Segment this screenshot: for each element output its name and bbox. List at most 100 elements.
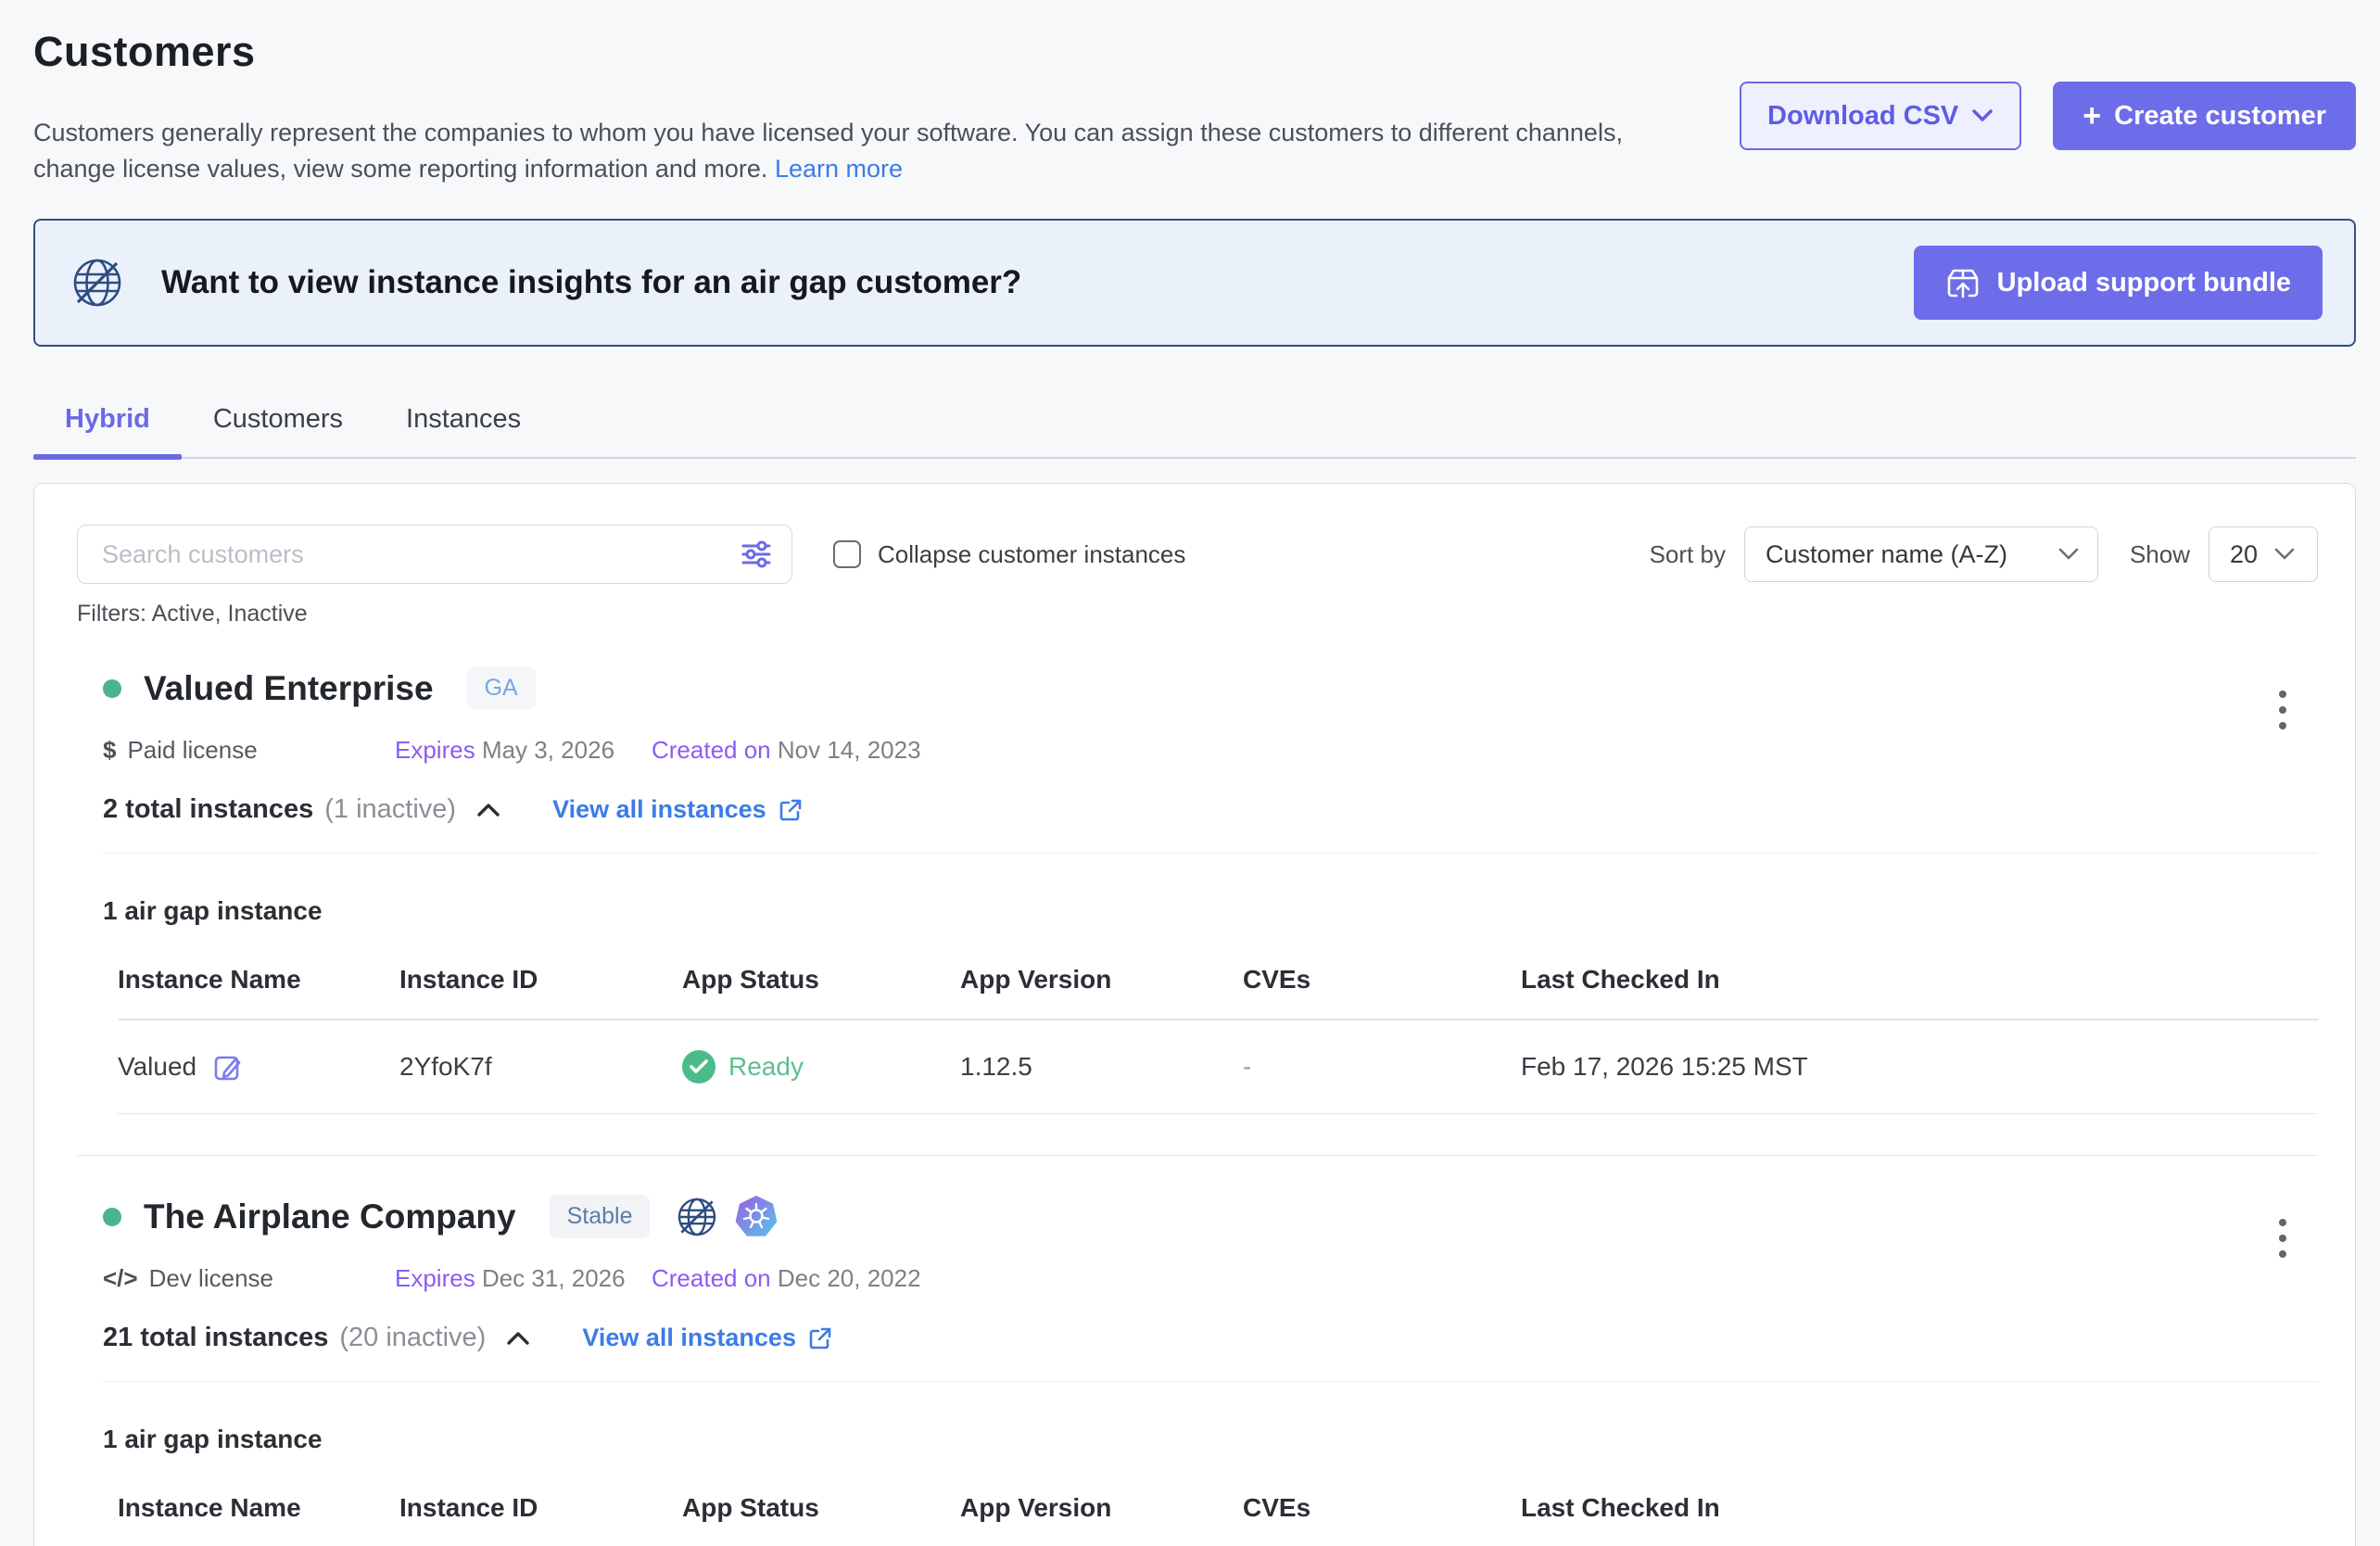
edit-icon[interactable]: [213, 1052, 243, 1082]
channel-badge: Stable: [550, 1195, 651, 1238]
download-csv-label: Download CSV: [1767, 101, 1958, 132]
created-on-label: Created on: [652, 736, 771, 764]
show-select-value: 20: [2230, 540, 2258, 569]
table-row: Valued 2YfoK7f Ready: [118, 1020, 2318, 1114]
expires: Expires Dec 31, 2026: [395, 1264, 652, 1293]
page-header: Customers Customers generally represent …: [33, 28, 2356, 187]
customers-page: Customers Customers generally represent …: [0, 0, 2380, 1546]
airgap-globe-icon: [70, 256, 124, 310]
collapse-instances-checkbox[interactable]: Collapse customer instances: [833, 540, 1185, 569]
license-type: $ Paid license: [103, 736, 395, 765]
inactive-count: (20 inactive): [339, 1323, 486, 1353]
channel-badge: GA: [467, 666, 536, 710]
expires-value: May 3, 2026: [482, 736, 614, 764]
active-status-dot: [103, 679, 121, 698]
toolbar: Collapse customer instances Sort by Cust…: [77, 525, 2318, 584]
create-customer-button[interactable]: + Create customer: [2053, 82, 2356, 150]
chevron-down-icon: [2058, 548, 2079, 561]
instance-id: 2YfoK7f: [399, 1052, 682, 1082]
header-actions: Download CSV + Create customer: [1740, 82, 2356, 150]
show-label: Show: [2130, 540, 2190, 569]
upload-support-bundle-label: Upload support bundle: [1997, 268, 2291, 298]
paid-license-icon: $: [103, 736, 116, 765]
checkbox-box-icon[interactable]: [833, 540, 861, 568]
col-cves: CVEs: [1243, 1493, 1521, 1523]
license-type-label: Paid license: [127, 736, 257, 765]
kubernetes-icon: [735, 1196, 778, 1238]
kebab-menu-icon[interactable]: [2272, 1211, 2294, 1265]
tab-instances[interactable]: Instances: [374, 389, 552, 457]
upload-icon: [1945, 265, 1981, 300]
expires-label: Expires: [395, 736, 475, 764]
last-checked-in: Feb 17, 2026 15:25 MST: [1521, 1052, 2318, 1082]
sort-by-label: Sort by: [1650, 540, 1726, 569]
external-link-icon: [778, 797, 804, 823]
customer-name[interactable]: Valued Enterprise: [144, 669, 434, 708]
instances-table: Instance Name Instance ID App Status App…: [118, 1493, 2318, 1546]
customer-section-airplane-company: The Airplane Company Stable: [77, 1156, 2318, 1546]
chevron-down-icon: [1971, 108, 1994, 123]
kebab-menu-icon[interactable]: [2272, 683, 2294, 737]
col-last-checked-in: Last Checked In: [1521, 1493, 2318, 1523]
col-app-status: App Status: [682, 965, 960, 995]
tab-hybrid[interactable]: Hybrid: [33, 389, 182, 457]
license-type: </> Dev license: [103, 1264, 395, 1293]
customers-card: Collapse customer instances Sort by Cust…: [33, 483, 2356, 1546]
create-customer-label: Create customer: [2114, 101, 2326, 132]
dev-license-icon: </>: [103, 1264, 138, 1293]
download-csv-button[interactable]: Download CSV: [1740, 82, 2021, 150]
show-select[interactable]: 20: [2209, 526, 2318, 582]
created-on-value: Nov 14, 2023: [778, 736, 921, 764]
col-instance-id: Instance ID: [399, 1493, 682, 1523]
airgap-count: 1 air gap instance: [103, 896, 2318, 926]
collapse-chevron-up-icon[interactable]: [502, 1327, 534, 1350]
customer-section-valued-enterprise: Valued Enterprise GA $ Paid license Expi…: [77, 627, 2318, 1114]
col-cves: CVEs: [1243, 965, 1521, 995]
collapse-chevron-up-icon[interactable]: [473, 799, 504, 821]
inactive-count: (1 inactive): [324, 794, 456, 825]
instances-table: Instance Name Instance ID App Status App…: [118, 965, 2318, 1114]
created-on: Created on Dec 20, 2022: [652, 1264, 921, 1293]
sort-select[interactable]: Customer name (A-Z): [1744, 526, 2098, 582]
sort-select-value: Customer name (A-Z): [1766, 540, 2042, 569]
col-instance-name: Instance Name: [118, 965, 399, 995]
upload-support-bundle-button[interactable]: Upload support bundle: [1914, 246, 2323, 320]
search-input[interactable]: [77, 525, 792, 584]
tab-bar: Hybrid Customers Instances: [33, 389, 2356, 459]
expires-value: Dec 31, 2026: [482, 1264, 626, 1292]
license-type-label: Dev license: [149, 1264, 273, 1293]
active-status-dot: [103, 1208, 121, 1226]
col-app-version: App Version: [960, 1493, 1243, 1523]
col-app-status: App Status: [682, 1493, 960, 1523]
customer-name[interactable]: The Airplane Company: [144, 1198, 516, 1236]
cves-value: -: [1243, 1052, 1521, 1082]
chevron-down-icon: [2274, 548, 2295, 561]
ready-check-icon: [682, 1050, 715, 1083]
tab-customers[interactable]: Customers: [182, 389, 374, 457]
col-instance-id: Instance ID: [399, 965, 682, 995]
created-on-value: Dec 20, 2022: [778, 1264, 921, 1292]
created-on: Created on Nov 14, 2023: [652, 736, 921, 765]
airgap-count: 1 air gap instance: [103, 1425, 2318, 1454]
learn-more-link[interactable]: Learn more: [775, 155, 903, 183]
table-header-row: Instance Name Instance ID App Status App…: [118, 1493, 2318, 1546]
col-app-version: App Version: [960, 965, 1243, 995]
col-instance-name: Instance Name: [118, 1493, 399, 1523]
search-wrap: [77, 525, 792, 584]
view-all-instances-label: View all instances: [582, 1324, 796, 1352]
view-all-instances-link[interactable]: View all instances: [582, 1324, 833, 1352]
view-all-instances-link[interactable]: View all instances: [552, 795, 804, 824]
expires-label: Expires: [395, 1264, 475, 1292]
col-last-checked-in: Last Checked In: [1521, 965, 2318, 995]
airgap-globe-icon: [676, 1196, 718, 1238]
filter-sliders-icon[interactable]: [741, 539, 772, 570]
page-title: Customers: [33, 28, 2356, 76]
airgap-banner: Want to view instance insights for an ai…: [33, 219, 2356, 347]
view-all-instances-label: View all instances: [552, 795, 766, 824]
expires: Expires May 3, 2026: [395, 736, 652, 765]
instance-name: Valued: [118, 1052, 196, 1082]
filters-note: Filters: Active, Inactive: [77, 601, 2318, 627]
banner-title: Want to view instance insights for an ai…: [161, 264, 1021, 301]
external-link-icon: [807, 1325, 833, 1351]
total-instances: 2 total instances: [103, 794, 313, 825]
